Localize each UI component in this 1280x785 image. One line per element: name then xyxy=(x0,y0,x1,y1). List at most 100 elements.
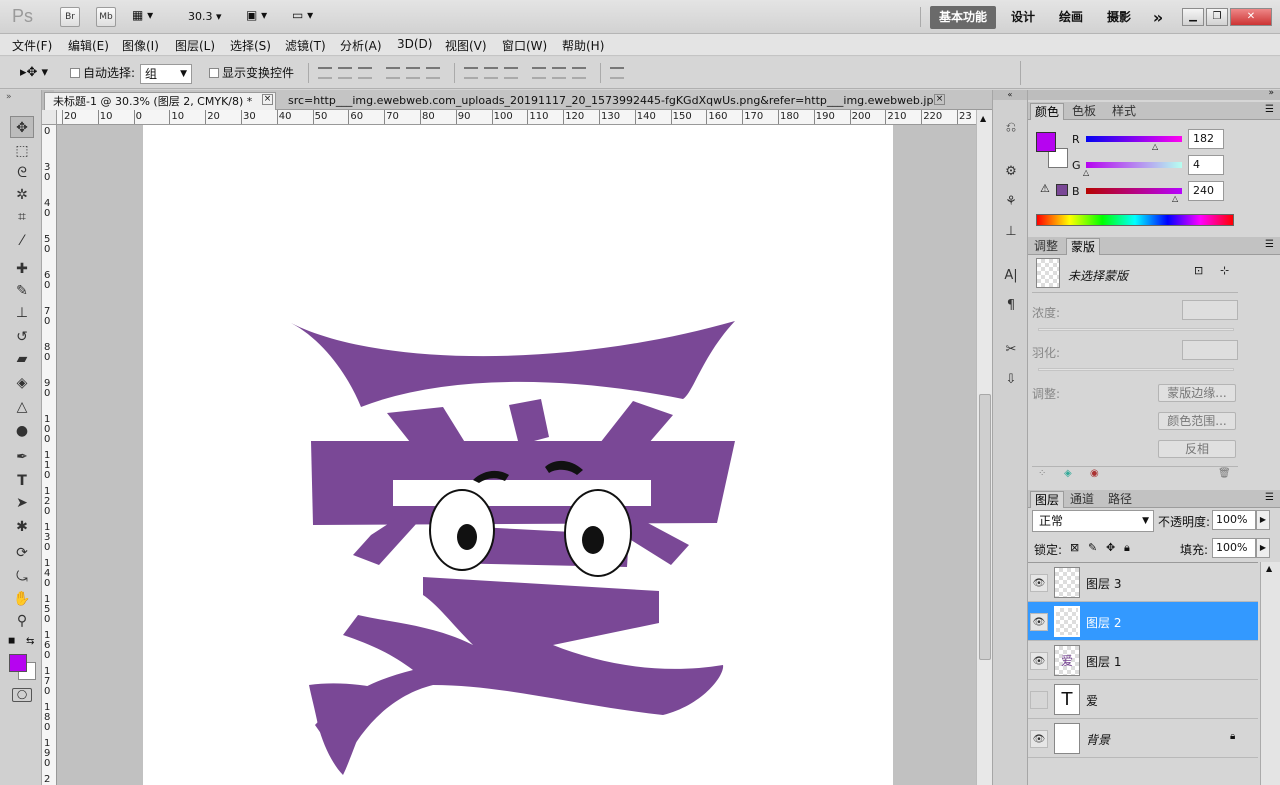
foreground-color-swatch[interactable] xyxy=(9,654,27,672)
menu-window[interactable]: 窗口(W) xyxy=(502,37,547,54)
lock-all-icon[interactable]: 🔒︎ xyxy=(1124,541,1130,555)
3d-rotate-tool-icon[interactable]: ⟳ xyxy=(10,542,34,564)
menu-view[interactable]: 视图(V) xyxy=(445,37,487,54)
auto-align-layers-icon[interactable] xyxy=(610,67,624,79)
menu-layer[interactable]: 图层(L) xyxy=(175,37,215,54)
history-panel-icon[interactable]: ⎌ xyxy=(1001,118,1021,138)
tab-close-icon[interactable]: × xyxy=(934,94,945,105)
character-panel-icon[interactable]: A| xyxy=(1001,266,1021,286)
move-tool-icon[interactable]: ✥ xyxy=(10,116,34,138)
distribute-vcenter-icon[interactable] xyxy=(484,67,498,79)
align-bottom-icon[interactable] xyxy=(358,67,372,79)
brush-tool-icon[interactable]: ✎ xyxy=(10,280,34,302)
scroll-up-icon[interactable]: ▲ xyxy=(1266,564,1272,573)
disable-mask-icon[interactable]: ◉ xyxy=(1090,468,1099,479)
tab-close-icon[interactable]: × xyxy=(262,94,273,105)
panel-menu-icon[interactable]: ☰ xyxy=(1265,492,1274,503)
document-canvas[interactable] xyxy=(143,125,893,785)
g-slider-thumb[interactable]: △ xyxy=(1083,168,1089,177)
zoom-level[interactable]: 30.3 ▾ xyxy=(188,10,222,23)
out-of-gamut-warning-icon[interactable]: ⚠ xyxy=(1040,182,1050,195)
layer-row-2[interactable]: 👁︎ 图层 2 xyxy=(1028,602,1258,641)
expand-icon[interactable]: » xyxy=(1268,88,1274,98)
color-spectrum-ramp[interactable] xyxy=(1036,214,1234,226)
marquee-tool-icon[interactable]: ⬚ xyxy=(10,140,34,162)
scroll-up-icon[interactable]: ▲ xyxy=(980,114,986,123)
menu-file[interactable]: 文件(F) xyxy=(12,37,52,54)
restore-icon[interactable]: ❐ xyxy=(1206,8,1228,26)
quick-selection-tool-icon[interactable]: ✲ xyxy=(10,184,34,206)
menu-select[interactable]: 选择(S) xyxy=(230,37,271,54)
tool-presets-icon[interactable]: ✂ xyxy=(1001,340,1021,360)
delete-mask-icon[interactable]: 🗑 xyxy=(1218,468,1231,479)
hand-tool-icon[interactable]: ✋ xyxy=(10,588,34,610)
clone-stamp-tool-icon[interactable]: ⊥ xyxy=(10,302,34,324)
tab-src-image[interactable]: src=http___img.ewebweb.com_uploads_20191… xyxy=(280,92,934,110)
eye-icon[interactable]: 👁︎ xyxy=(1030,613,1048,631)
menu-image[interactable]: 图像(I) xyxy=(122,37,159,54)
tab-untitled-1[interactable]: 未标题-1 @ 30.3% (图层 2, CMYK/8) * xyxy=(44,92,276,110)
clone-source-icon[interactable]: ⊥ xyxy=(1001,222,1021,242)
dodge-tool-icon[interactable]: ● xyxy=(10,420,34,442)
blur-tool-icon[interactable]: △ xyxy=(10,396,34,418)
align-vcenter-icon[interactable] xyxy=(338,67,352,79)
add-pixel-mask-icon[interactable]: ⊡ xyxy=(1194,264,1203,277)
auto-select-checkbox[interactable] xyxy=(70,68,80,78)
r-value-input[interactable]: 182 xyxy=(1188,129,1224,149)
b-slider-track[interactable] xyxy=(1086,188,1182,194)
dock-collapse-icon[interactable]: « xyxy=(993,90,1027,100)
feather-slider[interactable] xyxy=(1038,368,1234,371)
distribute-left-icon[interactable] xyxy=(532,67,546,79)
layer-row-1[interactable]: 👁︎ 爱 图层 1 xyxy=(1028,641,1258,680)
crop-tool-icon[interactable]: ⌗ xyxy=(10,206,34,228)
eyedropper-tool-icon[interactable]: ⁄ xyxy=(10,230,34,252)
layers-scrollbar[interactable]: ▲ xyxy=(1260,562,1280,785)
default-colors-icon[interactable]: ◼ xyxy=(8,636,15,646)
ruler-origin[interactable] xyxy=(42,110,57,125)
opacity-input[interactable]: 100% xyxy=(1212,510,1256,530)
arrange-documents-dropdown[interactable]: ▣ ▾ xyxy=(246,8,267,22)
density-input[interactable] xyxy=(1182,300,1238,320)
b-slider-thumb[interactable]: △ xyxy=(1172,194,1178,203)
more-workspaces-button[interactable]: » xyxy=(1146,6,1170,29)
move-tool-preset-icon[interactable]: ▸✥ ▾ xyxy=(20,65,48,80)
eye-icon[interactable]: 👁︎ xyxy=(1030,652,1048,670)
vertical-scrollbar[interactable]: ▲ xyxy=(976,110,992,785)
lock-transparency-icon[interactable]: ⊠ xyxy=(1070,541,1079,554)
r-slider-thumb[interactable]: △ xyxy=(1152,142,1158,151)
r-slider-track[interactable] xyxy=(1086,136,1182,142)
actions-panel-icon[interactable]: ⚙ xyxy=(1001,162,1021,182)
feather-input[interactable] xyxy=(1182,340,1238,360)
load-selection-icon[interactable]: ⁘ xyxy=(1038,468,1046,479)
collapse-icon[interactable]: » xyxy=(6,92,12,102)
type-tool-icon[interactable]: T xyxy=(10,470,34,492)
menu-edit[interactable]: 编辑(E) xyxy=(68,37,109,54)
tab-channels[interactable]: 通道 xyxy=(1066,491,1098,508)
layer-row-3[interactable]: 👁︎ 图层 3 xyxy=(1028,563,1258,602)
g-slider-track[interactable] xyxy=(1086,162,1182,168)
swap-colors-icon[interactable]: ⇆ xyxy=(26,636,34,647)
canvas-area[interactable] xyxy=(57,125,976,785)
healing-brush-tool-icon[interactable]: ✚ xyxy=(10,258,34,280)
gamut-color-swatch[interactable] xyxy=(1056,184,1068,196)
3d-panel-icon[interactable]: ⇩ xyxy=(1001,370,1021,390)
g-value-input[interactable]: 4 xyxy=(1188,155,1224,175)
align-left-icon[interactable] xyxy=(386,67,400,79)
3d-orbit-tool-icon[interactable]: ⤿ xyxy=(10,566,34,588)
menu-help[interactable]: 帮助(H) xyxy=(562,37,604,54)
color-range-button[interactable]: 颜色范围... xyxy=(1158,412,1236,430)
close-icon[interactable]: ✕ xyxy=(1230,8,1272,26)
distribute-top-icon[interactable] xyxy=(464,67,478,79)
align-hcenter-icon[interactable] xyxy=(406,67,420,79)
menu-analysis[interactable]: 分析(A) xyxy=(340,37,382,54)
lock-position-icon[interactable]: ✥ xyxy=(1106,541,1115,554)
distribute-hcenter-icon[interactable] xyxy=(552,67,566,79)
tab-styles[interactable]: 样式 xyxy=(1108,103,1140,120)
tab-swatches[interactable]: 色板 xyxy=(1068,103,1100,120)
foreground-color-swatch[interactable] xyxy=(1036,132,1056,152)
tab-color[interactable]: 颜色 xyxy=(1030,103,1065,120)
workspace-painting[interactable]: 绘画 xyxy=(1054,6,1088,29)
panel-menu-icon[interactable]: ☰ xyxy=(1265,104,1274,115)
brush-presets-icon[interactable]: ⚘ xyxy=(1001,192,1021,212)
shape-tool-icon[interactable]: ✱ xyxy=(10,516,34,538)
